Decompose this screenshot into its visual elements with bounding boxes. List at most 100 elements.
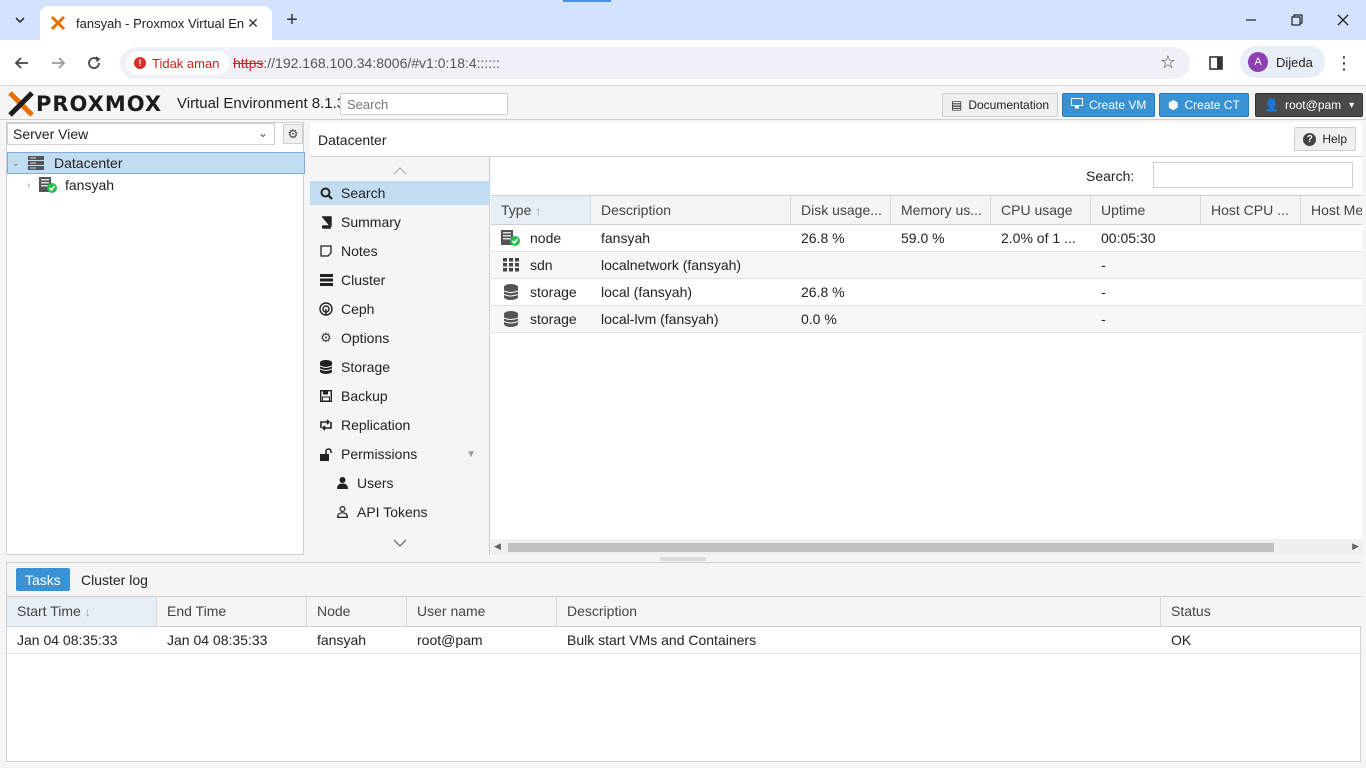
tree-collapse-icon[interactable]: ⌄ [12,158,22,169]
menu-label-cluster: Cluster [341,272,386,288]
menu-item-replication[interactable]: Replication [310,413,490,437]
horizontal-scrollbar[interactable]: ◀ ▶ [491,539,1362,555]
forward-button[interactable] [44,49,72,77]
proxmox-favicon-icon [50,15,66,31]
grid-header: Type ↑ Description Disk usage... Memory … [491,195,1362,225]
side-panel-button[interactable] [1204,49,1228,77]
menu-label-summary: Summary [341,214,401,230]
create-ct-button[interactable]: ⬢ Create CT [1159,93,1249,117]
menu-item-options[interactable]: ⚙ Options [310,326,490,350]
column-header-node[interactable]: Node [307,597,407,626]
caret-down-icon[interactable]: ▼ [466,449,476,460]
server-view-value: Server View [13,126,89,142]
warning-icon: ! [134,57,146,69]
menu-scroll-up-icon[interactable] [310,159,490,183]
menu-item-storage[interactable]: Storage [310,355,490,379]
grid-search-input[interactable] [1153,162,1353,188]
browser-tab-active[interactable]: fansyah - Proxmox Virtual Environment ✕ [40,6,272,40]
column-header-user-name[interactable]: User name [407,597,557,626]
profile-button[interactable]: A Dijeda [1240,46,1325,78]
menu-item-permissions[interactable]: Permissions ▼ [310,442,490,466]
create-ct-label: Create CT [1184,98,1240,112]
table-row[interactable]: sdn localnetwork (fansyah) - [491,252,1362,279]
create-vm-label: Create VM [1089,98,1147,112]
column-header-description[interactable]: Description [591,196,791,224]
column-header-type[interactable]: Type ↑ [491,196,591,224]
restore-button[interactable] [1274,0,1320,40]
database-icon [501,311,521,327]
menu-item-notes[interactable]: Notes [310,239,490,263]
tree-item-fansyah[interactable]: › fansyah [27,174,114,196]
table-row[interactable]: node fansyah 26.8 % 59.0 % 2.0% of 1 ...… [491,225,1362,252]
column-header-memory[interactable]: Memory us... [891,196,991,224]
column-header-description[interactable]: Description [557,597,1161,626]
address-bar[interactable]: ! Tidak aman https://192.168.100.34:8006… [120,47,1190,79]
column-header-host-cpu[interactable]: Host CPU ... [1201,196,1301,224]
menu-item-ceph[interactable]: Ceph [310,297,490,321]
browser-menu-icon[interactable]: ⋮ [1334,50,1354,76]
tree-item-datacenter[interactable]: ⌄ Datacenter [7,152,305,174]
server-view-select[interactable]: Server View ⌄ [7,123,275,145]
column-header-start-time[interactable]: Start Time ↓ [7,597,157,626]
panel-splitter-handle[interactable] [660,557,706,561]
table-row[interactable]: Jan 04 08:35:33 Jan 04 08:35:33 fansyah … [7,627,1362,654]
user-menu-button[interactable]: 👤 root@pam ▾ [1255,93,1364,117]
url-text[interactable]: https://192.168.100.34:8006/#v1:0:18:4::… [233,55,500,71]
menu-item-summary[interactable]: Summary [310,210,490,234]
column-header-status[interactable]: Status [1161,597,1360,626]
cell-uptime: - [1101,284,1106,300]
floppy-icon [318,390,334,402]
table-row[interactable]: storage local-lvm (fansyah) 0.0 % - [491,306,1362,333]
minimize-button[interactable] [1228,0,1274,40]
create-vm-button[interactable]: Create VM [1062,93,1156,117]
column-header-disk[interactable]: Disk usage... [791,196,891,224]
column-header-end-time[interactable]: End Time [157,597,307,626]
user-icon [334,477,350,489]
cell-end-time: Jan 04 08:35:33 [167,632,268,648]
table-row[interactable]: storage local (fansyah) 26.8 % - [491,279,1362,306]
column-header-cpu[interactable]: CPU usage [991,196,1091,224]
scroll-right-icon[interactable]: ▶ [1352,541,1359,552]
note-icon [318,245,334,257]
new-tab-button[interactable]: + [280,8,304,32]
tasks-panel: Tasks Cluster log Start Time ↓ End Time … [6,562,1362,762]
bookmark-star-icon[interactable]: ☆ [1160,52,1176,73]
documentation-button[interactable]: ▤ Documentation [942,93,1059,117]
resource-tree-panel: Server View ⌄ ⚙ ⌄ Datacenter › fansyah [6,122,305,555]
question-icon: ? [1303,132,1317,146]
profile-name: Dijeda [1276,54,1313,70]
chevron-down-icon: ⌄ [257,126,268,140]
help-button[interactable]: ? Help [1294,127,1356,151]
ceph-icon [318,302,334,316]
book-icon [318,215,334,229]
security-chip[interactable]: ! Tidak aman [126,51,230,75]
tab-search-button[interactable] [6,6,34,34]
menu-item-search[interactable]: Search [310,181,490,205]
reload-button[interactable] [80,49,108,77]
menu-label-permissions: Permissions [341,446,418,462]
close-window-button[interactable] [1320,0,1366,40]
header-search-input[interactable] [340,93,508,115]
restore-icon [1291,14,1303,26]
scroll-left-icon[interactable]: ◀ [494,541,501,552]
column-header-host-mem[interactable]: Host Mem [1301,196,1362,224]
menu-item-backup[interactable]: Backup [310,384,490,408]
menu-label-options: Options [341,330,390,346]
tab-tasks[interactable]: Tasks [16,568,70,591]
menu-scroll-down-icon[interactable] [310,531,490,555]
scrollbar-thumb[interactable] [508,543,1274,552]
column-header-uptime[interactable]: Uptime [1091,196,1201,224]
node-online-icon [501,230,521,246]
tab-cluster-log[interactable]: Cluster log [72,568,157,591]
tab-close-icon[interactable]: ✕ [244,15,262,32]
cell-start-time: Jan 04 08:35:33 [17,632,118,648]
cell-description: localnetwork (fansyah) [601,257,742,273]
tree-settings-button[interactable]: ⚙ [283,124,303,144]
menu-item-cluster[interactable]: Cluster [310,268,490,292]
menu-item-api-tokens[interactable]: API Tokens [310,500,490,524]
back-button[interactable] [8,49,36,77]
menu-item-users[interactable]: Users [310,471,490,495]
datacenter-header: Datacenter ? Help [310,122,1362,157]
sort-up-icon: ↑ [535,204,542,218]
tree-expand-icon[interactable]: › [27,180,39,191]
